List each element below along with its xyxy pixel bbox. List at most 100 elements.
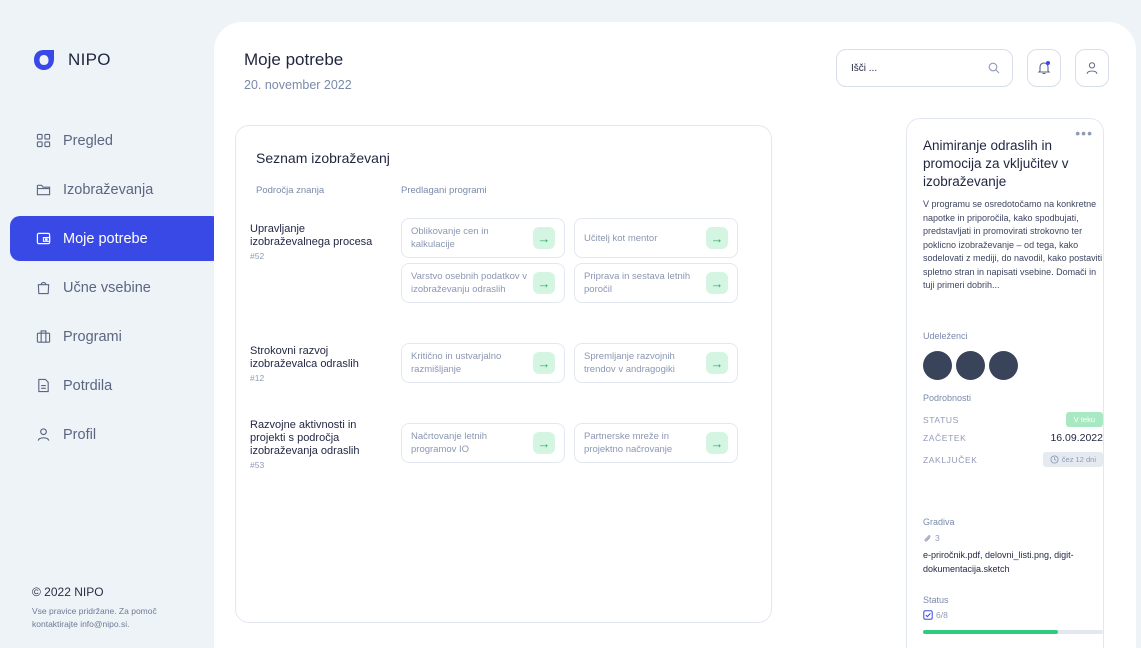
search-box[interactable] (836, 49, 1013, 87)
program-label: Kritično in ustvarjalno razmišljanje (411, 351, 502, 375)
program-item[interactable]: Načrtovanje letnih programov IO → (401, 423, 565, 463)
end-value: čez 12 dni (1061, 455, 1096, 464)
nav-label: Moje potrebe (63, 230, 148, 247)
area-item: Razvojne aktivnosti in projekti s področ… (250, 419, 380, 470)
nav-item-potrdila[interactable]: Potrdila (10, 363, 222, 408)
program-label: Učitelj kot mentor (584, 232, 658, 244)
program-item[interactable]: Kritično in ustvarjalno razmišljanje → (401, 343, 565, 383)
user-icon (37, 428, 50, 441)
bag-icon (37, 282, 50, 295)
status-row: STATUS V teku (923, 412, 1103, 427)
arrow-right-icon[interactable]: → (533, 432, 555, 454)
program-item[interactable]: Priprava in sestava letnih poročil → (574, 263, 738, 303)
search-icon[interactable] (988, 62, 1000, 74)
end-badge: čez 12 dni (1042, 452, 1103, 467)
main-panel: Moje potrebe 20. november 2022 Seznam iz… (214, 22, 1136, 648)
status-progress-fill (923, 630, 1058, 634)
materials-files[interactable]: e-priročnik.pdf, delovni_listi.png, digi… (923, 549, 1103, 576)
card-icon (36, 232, 51, 245)
nav-item-pregled[interactable]: Pregled (10, 118, 222, 163)
area-code: #12 (250, 373, 265, 383)
details-label: Podrobnosti (923, 393, 972, 403)
column-header-programs: Predlagani programi (401, 185, 487, 196)
arrow-right-icon[interactable]: → (533, 352, 555, 374)
program-item[interactable]: Oblikovanje cen in kalkulacije → (401, 218, 565, 258)
nav-item-programi[interactable]: Programi (10, 314, 222, 359)
document-icon (38, 378, 49, 393)
briefcase-icon (36, 330, 51, 343)
user-menu-button[interactable] (1075, 49, 1109, 87)
area-name: Upravljanje izobraževalnega procesa (250, 223, 373, 248)
status-progress-bar (923, 630, 1103, 634)
avatar[interactable] (956, 351, 985, 380)
nav-item-ucne-vsebine[interactable]: Učne vsebine (10, 265, 222, 310)
paperclip-icon (924, 534, 931, 541)
status-count: 6/8 (923, 610, 948, 620)
column-header-areas: Področja znanja (256, 185, 325, 196)
area-code: #52 (250, 251, 265, 261)
start-key: ZAČETEK (923, 433, 967, 443)
area-name: Strokovni razvoj izobraževalca odraslih (250, 345, 359, 370)
materials-count: 3 (923, 533, 940, 543)
end-row: ZAKLJUČEK čez 12 dni (923, 452, 1103, 467)
arrow-right-icon[interactable]: → (533, 272, 555, 294)
program-item[interactable]: Varstvo osebnih podatkov v izobraževanju… (401, 263, 565, 303)
status-section-label: Status (923, 595, 949, 605)
program-label: Oblikovanje cen in kalkulacije (411, 226, 489, 250)
avatar[interactable] (923, 351, 952, 380)
nav-label: Učne vsebine (63, 279, 151, 296)
materials-label: Gradiva (923, 517, 955, 527)
page-date: 20. november 2022 (244, 78, 352, 92)
status-count-value: 6/8 (936, 610, 948, 620)
nav-label: Profil (63, 426, 97, 443)
copyright: © 2022 NIPO (32, 585, 104, 599)
arrow-right-icon[interactable]: → (706, 432, 728, 454)
detail-description: V programu se osredotočamo na konkretne … (923, 199, 1103, 290)
detail-title: Animiranje odraslih in promocija za vklj… (923, 138, 1069, 189)
logo-mark-icon (34, 50, 54, 70)
program-item[interactable]: Spremljanje razvojnih trendov v andragog… (574, 343, 738, 383)
sidebar-footer: © 2022 NIPO Vse pravice pridržane. Za po… (32, 585, 192, 631)
area-name: Razvojne aktivnosti in projekti s področ… (250, 419, 360, 457)
training-list-card: Seznam izobraževanj Področja znanja Pred… (235, 125, 772, 623)
arrow-right-icon[interactable]: → (706, 227, 728, 249)
avatar[interactable] (989, 351, 1018, 380)
footer-note: Vse pravice pridržane. Za pomoč kontakti… (32, 606, 157, 629)
area-code: #53 (250, 460, 265, 470)
arrow-right-icon[interactable]: → (706, 352, 728, 374)
main-nav: Pregled Izobraževanja Moje potrebe Učne … (10, 118, 222, 461)
program-label: Spremljanje razvojnih trendov v andragog… (584, 351, 675, 375)
sidebar: NIPO Pregled Izobraževanja Moje potrebe (0, 0, 222, 648)
nav-label: Pregled (63, 132, 113, 149)
logo[interactable]: NIPO (32, 48, 111, 72)
participants-label: Udeleženci (923, 331, 968, 341)
program-label: Priprava in sestava letnih poročil (584, 271, 691, 295)
page-title: Moje potrebe (244, 50, 344, 69)
participants-avatars (923, 351, 1018, 380)
bell-icon (1037, 61, 1051, 75)
program-label: Načrtovanje letnih programov IO (411, 431, 488, 455)
grid-icon (36, 133, 51, 148)
status-badge: V teku (1065, 412, 1103, 427)
nav-item-profil[interactable]: Profil (10, 412, 222, 457)
area-item: Upravljanje izobraževalnega procesa #52 (250, 223, 380, 261)
program-item[interactable]: Učitelj kot mentor → (574, 218, 738, 258)
arrow-right-icon[interactable]: → (706, 272, 728, 294)
program-item[interactable]: Partnerske mreže in projektno načrovanje… (574, 423, 738, 463)
status-key: STATUS (923, 414, 959, 425)
area-item: Strokovni razvoj izobraževalca odraslih … (250, 345, 380, 383)
user-icon (1086, 62, 1098, 74)
nav-label: Potrdila (63, 377, 113, 394)
nav-item-moje-potrebe[interactable]: Moje potrebe (10, 216, 222, 261)
folder-icon (36, 184, 51, 196)
start-row: ZAČETEK 16.09.2022 (923, 432, 1103, 444)
program-label: Partnerske mreže in projektno načrovanje (584, 431, 673, 455)
program-detail-panel: ••• Animiranje odraslih in promocija za … (906, 118, 1104, 648)
notifications-button[interactable] (1027, 49, 1061, 87)
program-label: Varstvo osebnih podatkov v izobraževanju… (411, 271, 528, 295)
arrow-right-icon[interactable]: → (533, 227, 555, 249)
checkbox-icon (923, 610, 933, 620)
card-title: Seznam izobraževanj (256, 150, 390, 166)
nav-item-izobrazevanja[interactable]: Izobraževanja (10, 167, 222, 212)
search-input[interactable] (851, 62, 971, 74)
